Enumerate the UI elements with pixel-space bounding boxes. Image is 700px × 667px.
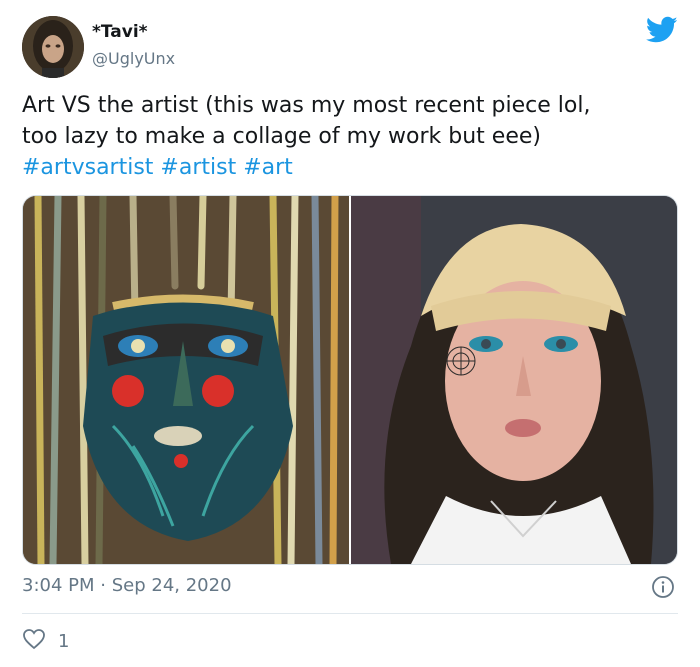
tweet-card: *Tavi* @UglyUnx Art VS the artist (this … (0, 0, 700, 667)
like-button[interactable]: 1 (22, 628, 69, 654)
like-count: 1 (58, 630, 70, 652)
heart-icon (22, 628, 46, 654)
hashtag-link[interactable]: #art (243, 155, 293, 180)
info-icon[interactable] (651, 575, 675, 599)
user-handle[interactable]: @UglyUnx (92, 49, 175, 68)
tweet-text: Art VS the artist (this was my most rece… (22, 90, 682, 183)
display-name[interactable]: *Tavi* (92, 22, 148, 42)
tweet-text-line-1: Art VS the artist (this was my most rece… (22, 93, 591, 118)
tweet-date: Sep 24, 2020 (111, 575, 232, 596)
artist-photo[interactable] (351, 196, 677, 564)
twitter-bird-icon[interactable] (645, 16, 678, 44)
timestamp[interactable]: 3:04 PM · Sep 24, 2020 (22, 575, 232, 596)
hashtag-row: #artvsartist #artist #art (22, 152, 682, 183)
tweet-time: 3:04 PM (22, 575, 95, 596)
tweet-text-line-2: too lazy to make a collage of my work bu… (22, 124, 541, 149)
meta-separator: · (100, 575, 106, 596)
avatar[interactable] (22, 16, 84, 78)
painting-image[interactable] (23, 196, 349, 564)
hashtag-link[interactable]: #artvsartist (22, 155, 153, 180)
hashtag-link[interactable]: #artist (160, 155, 236, 180)
divider (22, 613, 678, 614)
media-container (22, 195, 678, 565)
